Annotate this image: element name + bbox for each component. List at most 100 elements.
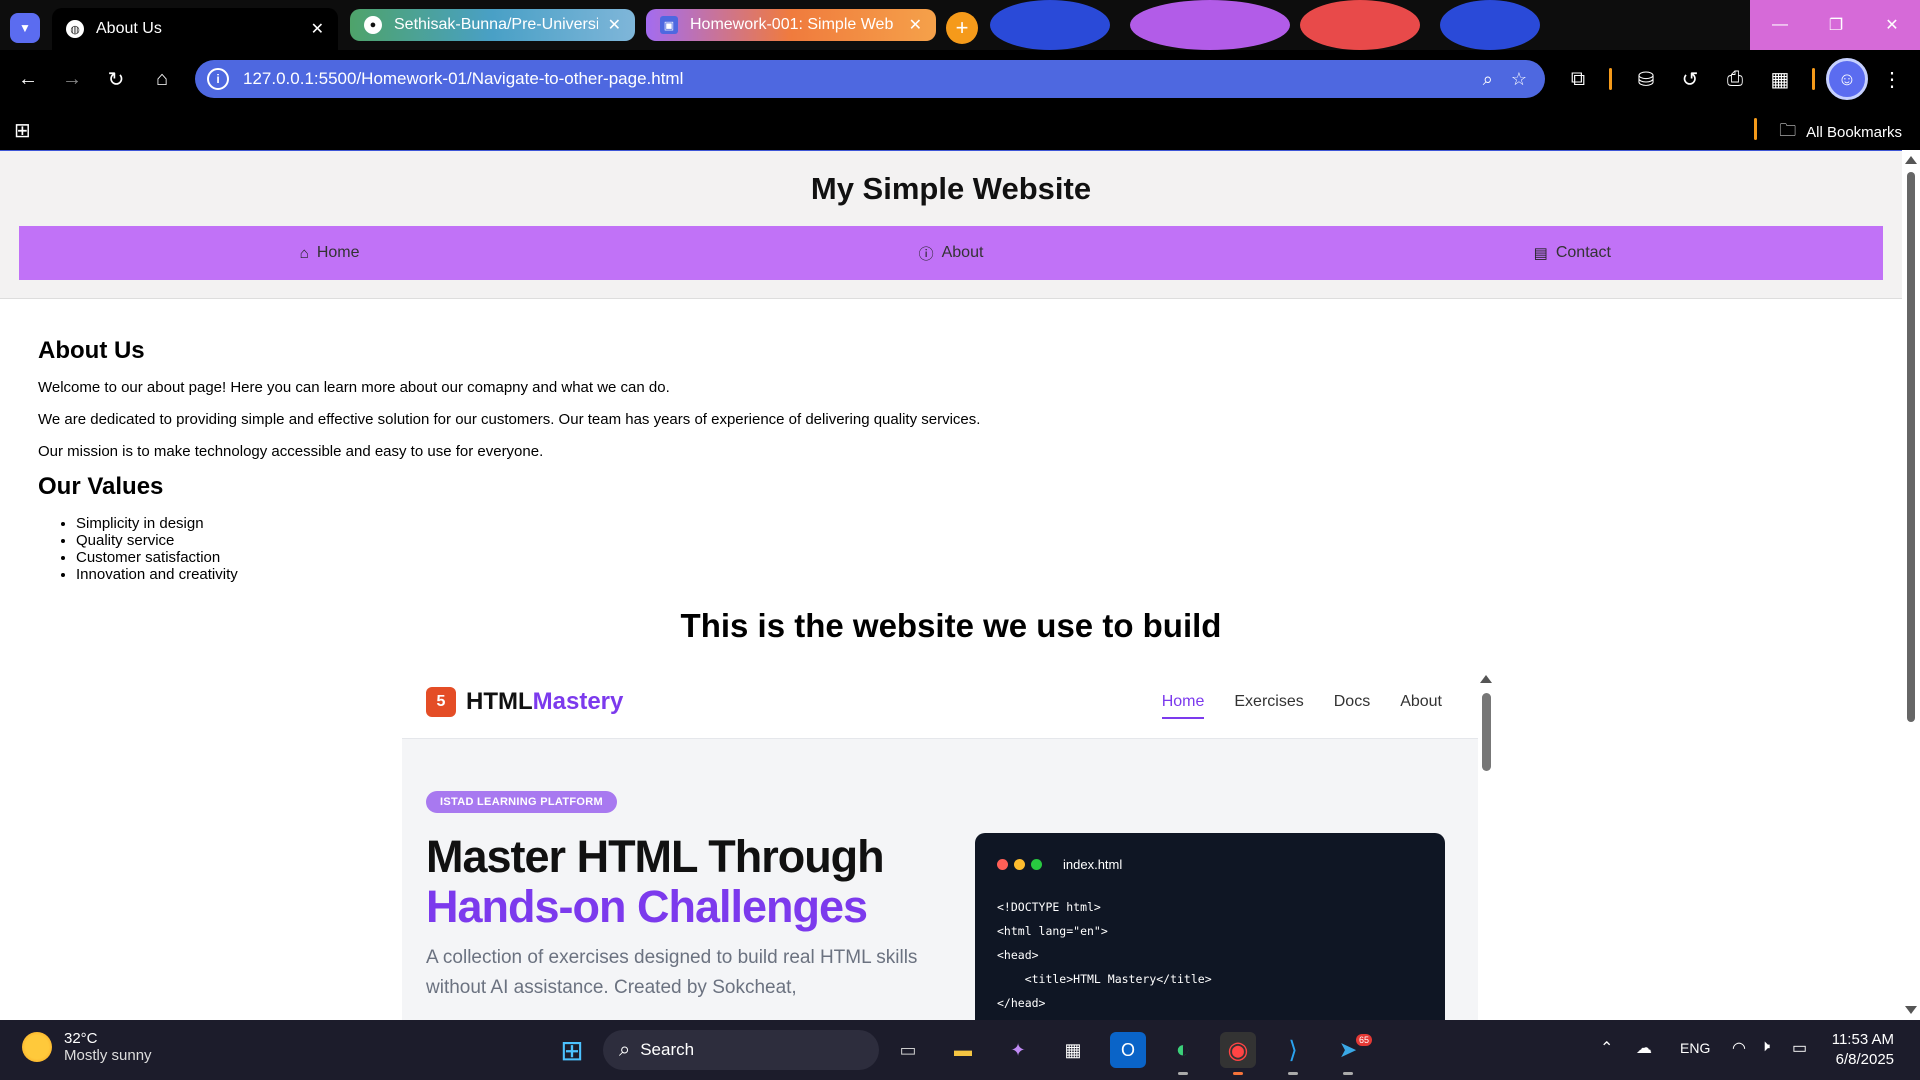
reload-button[interactable]: ↻: [100, 63, 132, 95]
sun-icon: [22, 1032, 52, 1062]
scroll-down-arrow[interactable]: [1905, 1006, 1917, 1014]
embed-description: A collection of exercises designed to bu…: [426, 947, 918, 998]
tab-title: Sethisak-Bunna/Pre-University-: [394, 16, 598, 33]
code-line: <!DOCTYPE html>: [997, 900, 1101, 914]
nav-home-label: Home: [316, 244, 360, 261]
vscode-icon[interactable]: ⟩: [1275, 1032, 1311, 1068]
store-icon[interactable]: ▦: [1055, 1032, 1091, 1068]
code-block: <!DOCTYPE html> <html lang="en"> <head> …: [997, 895, 1212, 1015]
close-tab-icon[interactable]: ✕: [909, 15, 922, 35]
incognito-icon[interactable]: ⛁: [1630, 63, 1662, 95]
clock[interactable]: 11:53 AM 6/8/2025: [1832, 1030, 1894, 1070]
scroll-up-arrow[interactable]: [1480, 675, 1492, 683]
close-tab-icon[interactable]: ✕: [311, 19, 324, 39]
start-button[interactable]: ⊞: [554, 1032, 590, 1068]
folder-icon: 🗀: [1779, 121, 1797, 140]
list-item: Customer satisfaction: [76, 549, 238, 566]
url-text[interactable]: 127.0.0.1:5500/Homework-01/Navigate-to-o…: [243, 69, 1483, 89]
language-indicator[interactable]: ENG: [1680, 1040, 1710, 1056]
bookmarks-bar: ⊞ 🗀 All Bookmarks: [0, 108, 1920, 150]
restore-button[interactable]: ❐: [1808, 0, 1864, 50]
page-scrollbar[interactable]: [1902, 150, 1920, 1020]
outlook-icon[interactable]: O: [1110, 1032, 1146, 1068]
scroll-thumb[interactable]: [1907, 172, 1915, 722]
build-heading: This is the website we use to build: [680, 607, 1222, 644]
new-tab-button[interactable]: +: [946, 12, 978, 44]
code-line: <html lang="en">: [997, 924, 1108, 938]
scroll-up-arrow[interactable]: [1905, 156, 1917, 164]
window-dots: [997, 859, 1042, 870]
onedrive-icon[interactable]: ☁: [1636, 1038, 1652, 1058]
embed-nav-docs[interactable]: Docs: [1334, 693, 1370, 719]
embed-nav-home[interactable]: Home: [1161, 693, 1205, 719]
html5-shield-icon: 5: [426, 687, 456, 717]
running-indicator: [1178, 1072, 1188, 1075]
code-line: </head>: [997, 996, 1046, 1010]
values-list: Simplicity in design Quality service Cus…: [76, 515, 238, 583]
scroll-thumb[interactable]: [1482, 693, 1491, 771]
file-explorer-icon[interactable]: ▬: [945, 1032, 981, 1068]
forward-button[interactable]: →: [56, 63, 88, 95]
minimize-button[interactable]: —: [1752, 0, 1808, 50]
apps-grid-icon[interactable]: ⊞: [14, 118, 31, 143]
print-icon[interactable]: ⎙: [1719, 63, 1751, 95]
browser-toolbar: ← → ↻ ⌂ i 127.0.0.1:5500/Homework-01/Nav…: [0, 50, 1920, 108]
weather-widget[interactable]: 32°C Mostly sunny: [22, 1030, 152, 1064]
menu-icon[interactable]: ⋮: [1876, 63, 1908, 95]
temperature: 32°C: [64, 1030, 98, 1047]
site-info-icon[interactable]: i: [207, 68, 229, 90]
wifi-icon[interactable]: ◠: [1732, 1038, 1746, 1058]
site-header: My Simple Website ⌂ Home ⓘ About ▤ Conta…: [0, 151, 1902, 299]
volume-muted-icon[interactable]: 🕨: [1760, 1038, 1770, 1056]
profile-avatar[interactable]: ☺: [1826, 58, 1868, 100]
embedded-preview[interactable]: 5 HTML Mastery Home Exercises Docs About …: [402, 671, 1494, 1020]
tab-homework[interactable]: ▣ Homework-001: Simple Web Pa ✕: [646, 9, 936, 41]
info-icon: ⓘ: [918, 245, 934, 263]
taskbar-search[interactable]: ⌕ Search: [603, 1030, 879, 1070]
close-window-button[interactable]: ✕: [1864, 0, 1920, 50]
back-button[interactable]: ←: [12, 63, 44, 95]
embed-headline: Master HTML Through: [426, 831, 885, 882]
platform-badge: ISTAD LEARNING PLATFORM: [426, 791, 617, 813]
task-view-icon[interactable]: ▭: [890, 1032, 926, 1068]
about-paragraph: Welcome to our about page! Here you can …: [38, 379, 670, 396]
embed-logo[interactable]: 5 HTML Mastery: [426, 687, 623, 717]
tab-search-button[interactable]: ▼: [10, 13, 40, 43]
embed-nav-exercises[interactable]: Exercises: [1234, 693, 1303, 719]
search-label: Search: [640, 1040, 695, 1059]
nav-about-label: About: [941, 244, 984, 261]
nav-about[interactable]: ⓘ About: [640, 226, 1261, 280]
extensions-icon[interactable]: ⧉: [1562, 63, 1594, 95]
all-bookmarks-button[interactable]: 🗀 All Bookmarks: [1779, 118, 1902, 147]
home-button[interactable]: ⌂: [146, 63, 178, 95]
weather-condition: Mostly sunny: [64, 1047, 152, 1064]
address-bar[interactable]: i 127.0.0.1:5500/Homework-01/Navigate-to…: [195, 60, 1545, 98]
zoom-icon[interactable]: ⌕: [1483, 69, 1493, 90]
bookmark-star-icon[interactable]: ☆: [1511, 69, 1527, 90]
toolbar-separator: [1754, 118, 1757, 140]
chevron-up-icon[interactable]: ⌃: [1600, 1038, 1613, 1058]
battery-icon[interactable]: ▭: [1792, 1038, 1807, 1058]
tab-about-us[interactable]: ◍ About Us ✕: [52, 8, 338, 50]
logo-html: HTML: [466, 688, 533, 715]
code-window: index.html <!DOCTYPE html> <html lang="e…: [975, 833, 1445, 1020]
site-nav: ⌂ Home ⓘ About ▤ Contact: [19, 226, 1883, 280]
date: 6/8/2025: [1835, 1051, 1894, 1068]
running-indicator: [1233, 1072, 1243, 1075]
side-panel-icon[interactable]: ▦: [1764, 63, 1796, 95]
code-filename: index.html: [1063, 857, 1123, 872]
chrome-icon[interactable]: ◉: [1220, 1032, 1256, 1068]
nav-home[interactable]: ⌂ Home: [19, 226, 640, 280]
house-icon: ⌂: [299, 244, 309, 262]
copilot-icon[interactable]: ✦: [1000, 1032, 1036, 1068]
wallpaper-art: [990, 0, 1110, 50]
nav-contact[interactable]: ▤ Contact: [1262, 226, 1883, 280]
embed-nav-about[interactable]: About: [1400, 693, 1442, 719]
tab-github[interactable]: ● Sethisak-Bunna/Pre-University- ✕: [350, 9, 635, 41]
embed-scrollbar[interactable]: [1478, 671, 1494, 1020]
search-icon: ⌕: [619, 1038, 631, 1061]
edge-icon[interactable]: ◐: [1165, 1032, 1201, 1068]
page-icon: ▣: [660, 16, 678, 34]
close-tab-icon[interactable]: ✕: [608, 15, 621, 35]
history-icon[interactable]: ↺: [1674, 63, 1706, 95]
